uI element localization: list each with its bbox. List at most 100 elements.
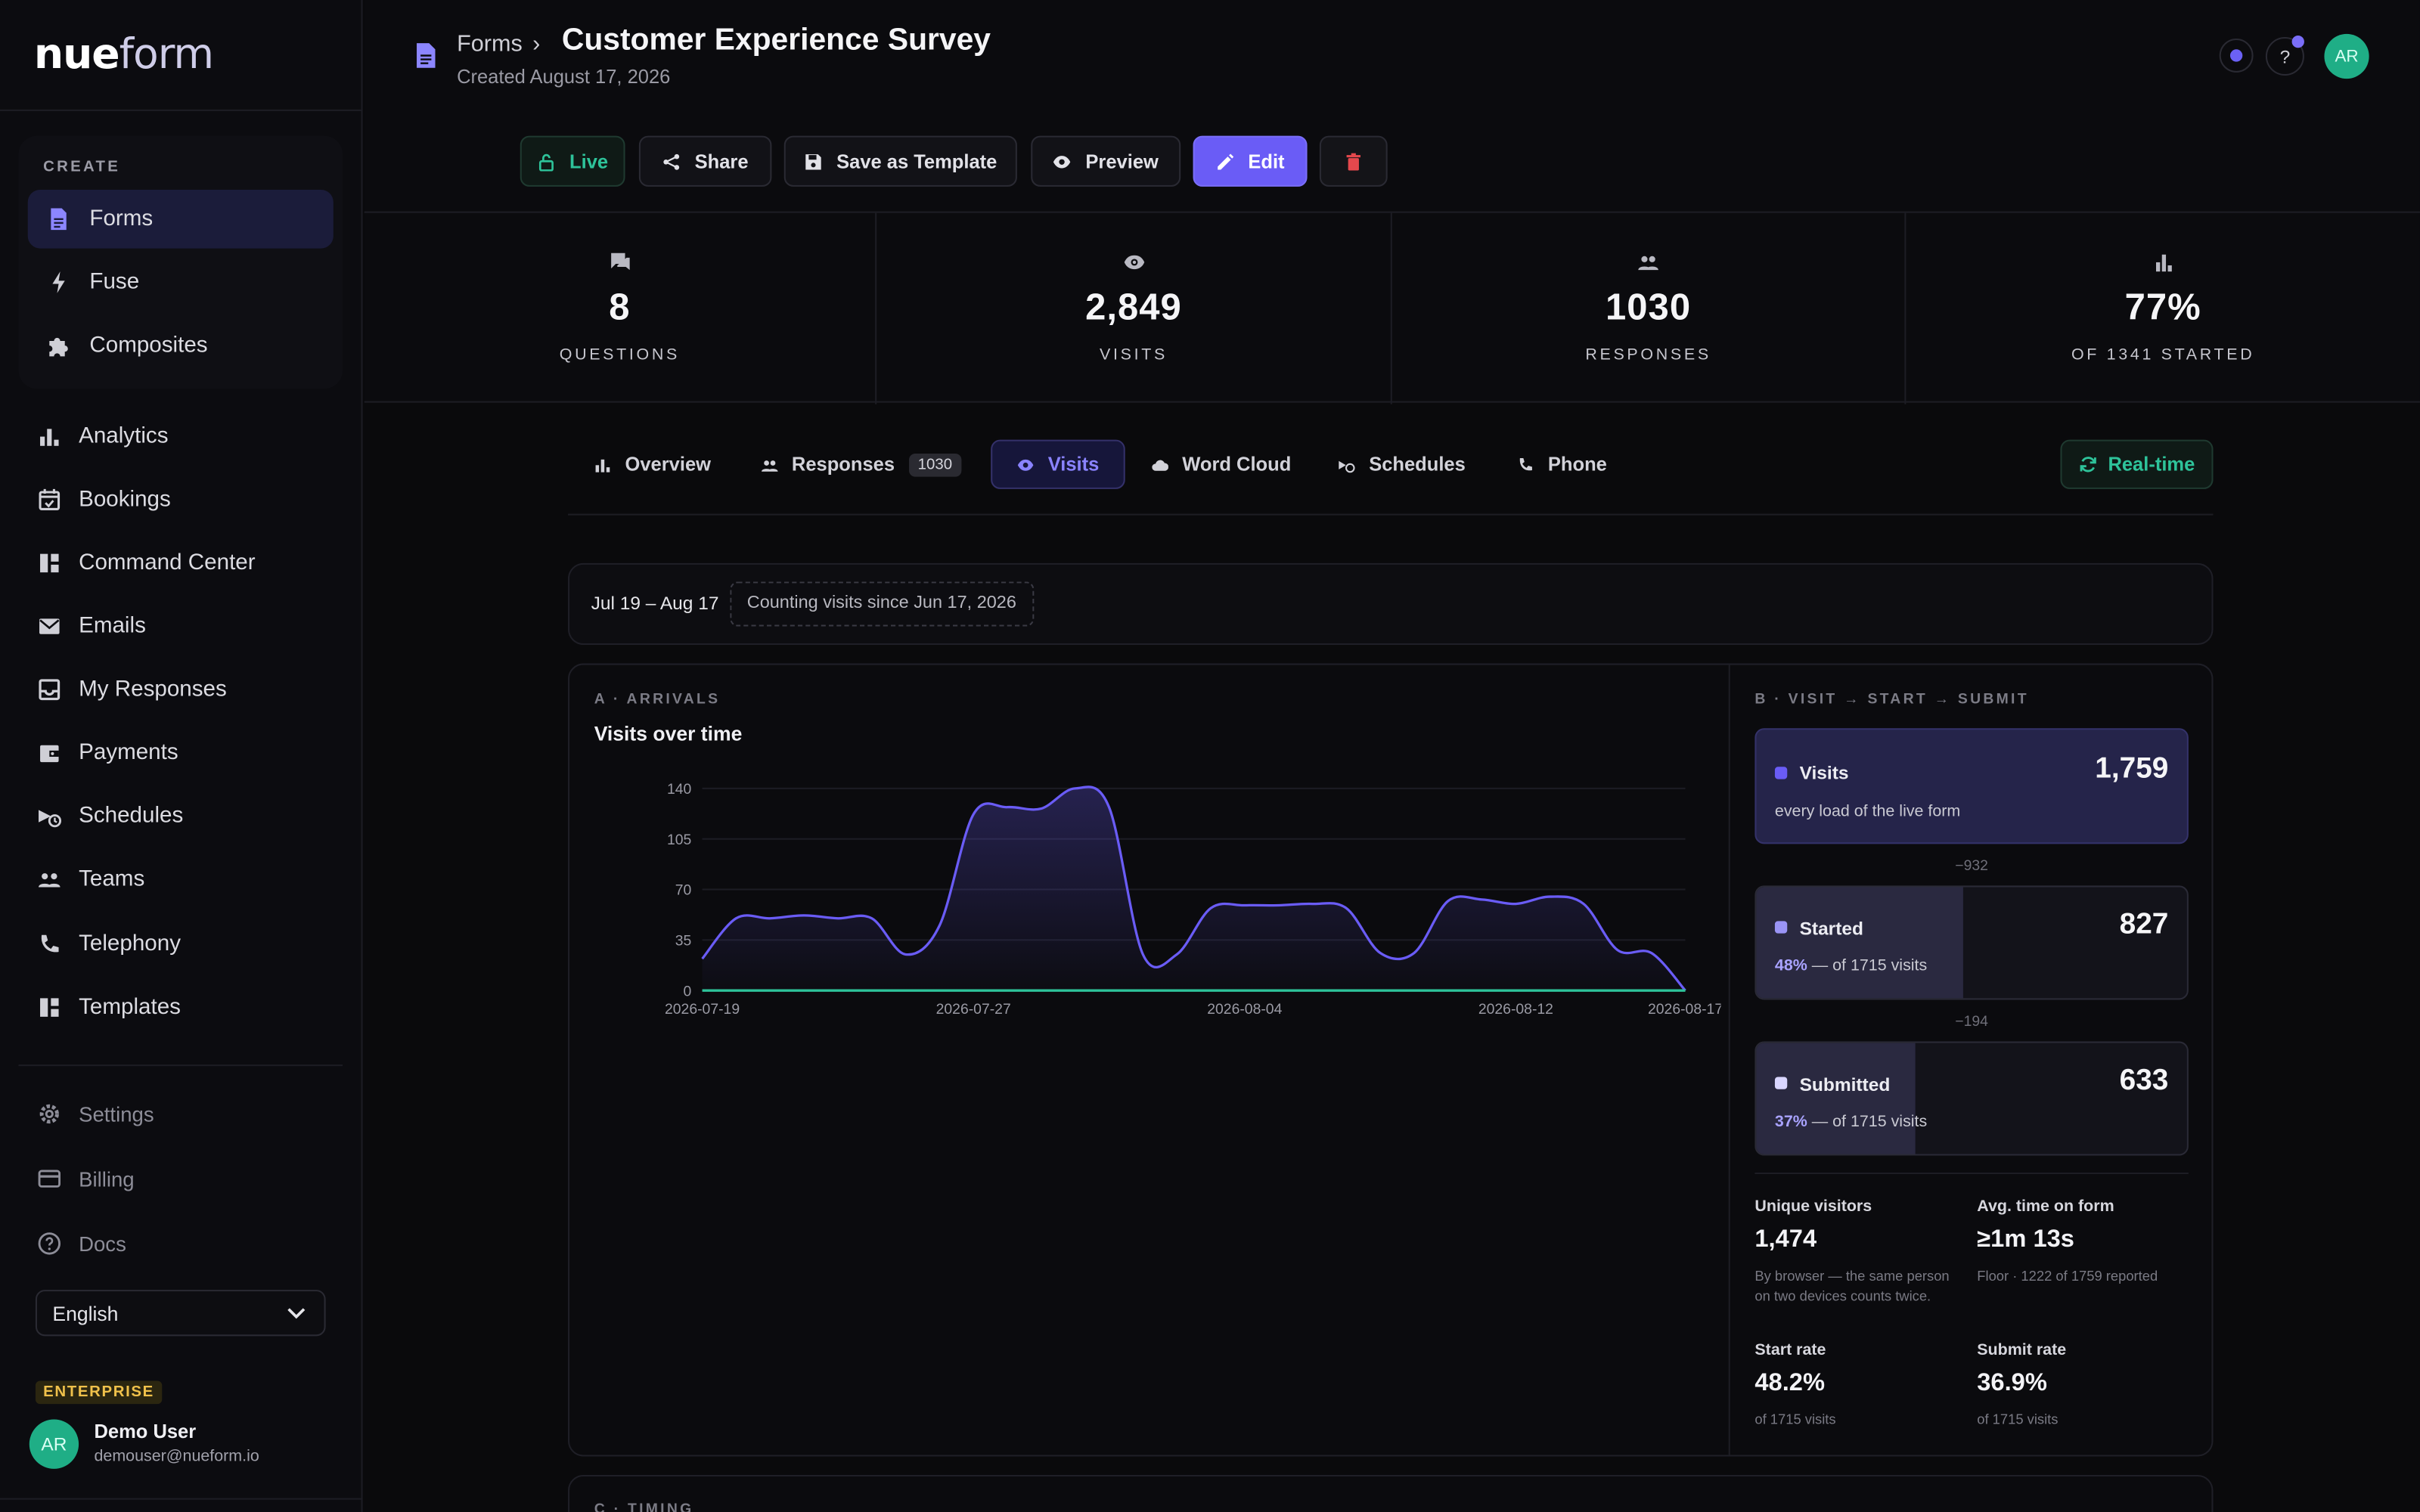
sidebar-item-analytics[interactable]: Analytics (18, 412, 343, 461)
live-button[interactable]: Live (520, 135, 625, 187)
nueform-logo[interactable]: nueform (34, 31, 214, 79)
eye-icon (1123, 255, 1144, 270)
data-point (1544, 891, 1556, 903)
data-point (1137, 948, 1149, 960)
x-tick-label: 2026-08-12 (1478, 1001, 1553, 1018)
user-email: demouser@nueform.io (94, 1447, 259, 1466)
avg-time-value: ≥1m 13s (1977, 1226, 2074, 1253)
submit-rate-label: Submit rate (1977, 1340, 2067, 1359)
stat-value: 8 (609, 287, 631, 329)
tabs-divider (568, 513, 2214, 516)
sidebar-item-teams[interactable]: Teams (18, 855, 343, 904)
status-dot-icon (2229, 49, 2243, 62)
visits-chart[interactable]: 0 35 70 105 140 2026-07-19 2026-07-27 2026-08-0… (594, 764, 1721, 1033)
preview-button[interactable]: Preview (1031, 135, 1181, 187)
tab-phone[interactable]: Phone (1517, 440, 1607, 489)
chat-icon (610, 253, 629, 271)
tab-label: Word Cloud (1182, 453, 1292, 476)
status-toggle[interactable] (2219, 39, 2254, 73)
funnel-dropoff: −194 (1955, 1013, 1988, 1031)
doc-icon (417, 43, 436, 68)
mail-icon (39, 618, 60, 634)
x-tick-label: 2026-08-17 (1648, 1001, 1720, 1018)
y-tick-label: 0 (683, 983, 691, 999)
sidebar-item-payments[interactable]: Payments (18, 728, 343, 777)
pencil-icon (1217, 153, 1233, 169)
x-tick-label: 2026-07-27 (936, 1001, 1011, 1018)
arrivals-section-label: A · ARRIVALS (594, 691, 721, 708)
sidebar-item-settings[interactable]: Settings (18, 1091, 343, 1137)
sidebar-item-composites[interactable]: Composites (28, 316, 334, 375)
preview-label: Preview (1085, 150, 1159, 172)
funnel-value: 1,759 (2095, 752, 2169, 785)
sidebar-item-label: Docs (79, 1232, 126, 1256)
sidebar-item-my-responses[interactable]: My Responses (18, 665, 343, 714)
stat-label: OF 1341 STARTED (2071, 345, 2255, 364)
counting-since-badge: Counting visits since Jun 17, 2026 (730, 581, 1034, 627)
tab-responses[interactable]: Responses 1030 (761, 440, 962, 489)
started-swatch (1774, 921, 1788, 934)
sidebar-item-label: Settings (79, 1102, 154, 1126)
sidebar-item-command-center[interactable]: Command Center (18, 538, 343, 587)
sidebar-item-label: Billing (79, 1167, 135, 1191)
sidebar-item-bookings[interactable]: Bookings (18, 476, 343, 525)
chevron-down-icon (287, 1308, 306, 1319)
y-tick-label: 140 (667, 781, 692, 798)
avatar[interactable]: AR (29, 1419, 79, 1469)
date-range-picker[interactable]: Jul 19 – Aug 17 (591, 581, 719, 624)
realtime-button[interactable]: Real-time (2060, 439, 2214, 489)
schedule-icon (1339, 460, 1355, 472)
created-date: Created August 17, 2026 (457, 66, 671, 88)
create-label: CREATE (43, 159, 121, 176)
tab-visits[interactable]: Visits (991, 439, 1125, 489)
sidebar-item-forms[interactable]: Forms (27, 190, 334, 249)
data-point (1475, 894, 1488, 906)
sidebar-item-schedules[interactable]: Schedules (18, 792, 343, 841)
sidebar-item-telephony[interactable]: Telephony (18, 919, 343, 968)
data-point (1578, 897, 1590, 909)
share-button[interactable]: Share (638, 135, 772, 187)
breadcrumb[interactable]: Forms (457, 31, 523, 57)
data-point (1272, 899, 1284, 911)
tab-overview[interactable]: Overview (594, 440, 711, 489)
sidebar-item-billing[interactable]: Billing (18, 1156, 343, 1202)
avatar[interactable]: AR (2324, 33, 2369, 79)
language-select[interactable]: English (35, 1290, 326, 1337)
data-point (832, 912, 844, 925)
sidebar: nueform CREATE Forms Fuse Composites Ana… (0, 0, 363, 1512)
stat-value: 77% (2124, 287, 2201, 329)
card-icon (38, 1170, 60, 1188)
tab-schedules[interactable]: Schedules (1338, 440, 1466, 489)
y-tick-label: 105 (667, 832, 691, 848)
unique-visitors-note: By browser — the same person on two devi… (1754, 1268, 1950, 1303)
sidebar-divider (0, 109, 363, 111)
data-point (1103, 801, 1115, 813)
funnel-sub: — of 1715 visits (1807, 1112, 1928, 1131)
delete-button[interactable] (1319, 135, 1388, 187)
sidebar-item-templates[interactable]: Templates (18, 983, 343, 1032)
sidebar-divider (18, 1064, 343, 1067)
sidebar-item-fuse[interactable]: Fuse (28, 253, 334, 312)
tab-word-cloud[interactable]: Word Cloud (1151, 440, 1291, 489)
stat-value: 1030 (1606, 287, 1692, 329)
save-as-template-button[interactable]: Save as Template (783, 135, 1017, 187)
stat-completion: 77% OF 1341 STARTED (1906, 213, 2420, 404)
trash-icon (1346, 152, 1360, 170)
data-point (899, 948, 911, 960)
sidebar-item-emails[interactable]: Emails (18, 602, 343, 651)
help-button[interactable]: ? (2265, 35, 2304, 76)
timing-section-label: C · TIMING (594, 1501, 694, 1512)
sidebar-item-label: Composites (89, 333, 208, 358)
sidebar-item-docs[interactable]: Docs (18, 1220, 343, 1266)
data-point (730, 912, 742, 925)
edit-label: Edit (1248, 150, 1285, 172)
funnel-label: Started (1799, 918, 1863, 940)
unique-visitors-value: 1,474 (1754, 1226, 1817, 1253)
avg-time-note: Floor · 1222 of 1759 reported (1977, 1268, 2158, 1284)
sidebar-item-label: Command Center (79, 550, 256, 576)
sidebar-item-label: Templates (79, 995, 181, 1020)
edit-button[interactable]: Edit (1193, 135, 1308, 187)
sidebar-item-label: Bookings (79, 487, 171, 513)
notification-dot (2291, 35, 2304, 48)
avg-time-label: Avg. time on form (1977, 1197, 2114, 1216)
